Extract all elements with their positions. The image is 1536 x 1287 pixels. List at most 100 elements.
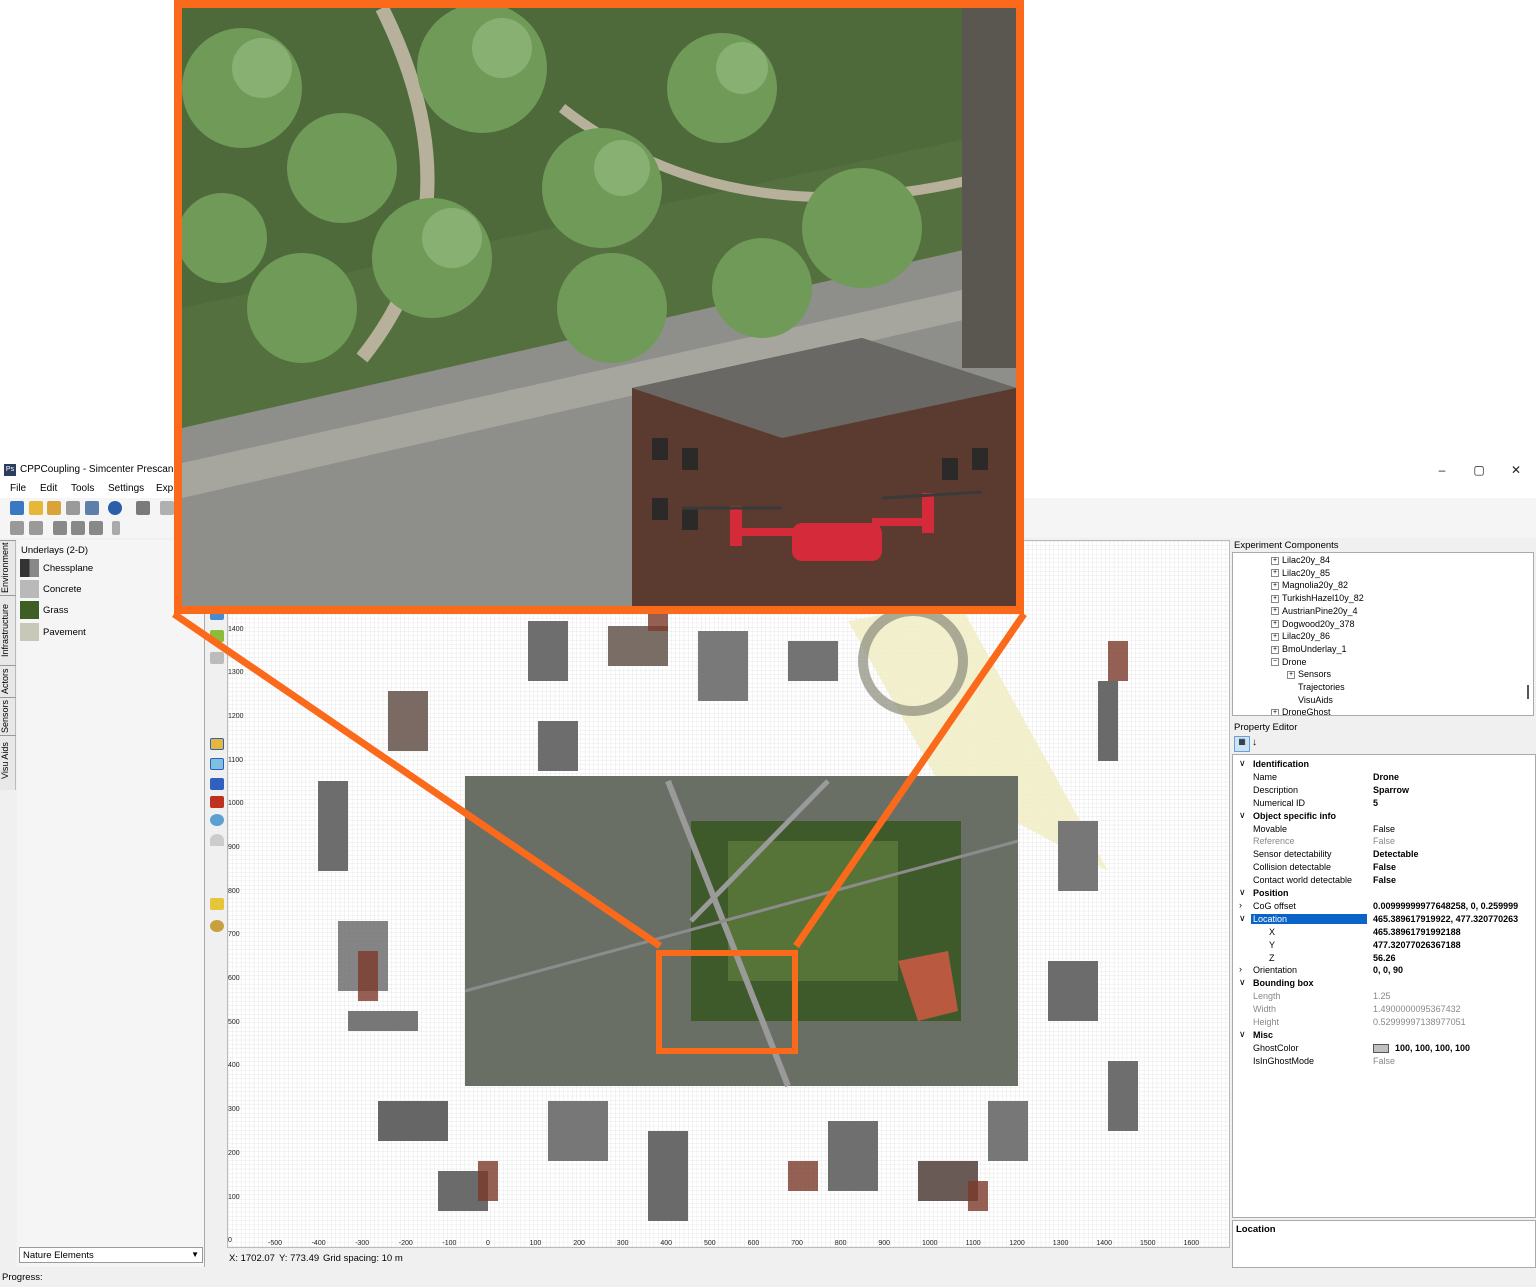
- underlay-item-grass[interactable]: Grass: [20, 600, 200, 620]
- rewind-icon[interactable]: [89, 521, 103, 535]
- property-row[interactable]: › Orientation 0, 0, 90: [1233, 964, 1535, 977]
- underlay-item-pavement[interactable]: Pavement: [20, 622, 200, 642]
- minimize-button[interactable]: –: [1427, 462, 1457, 478]
- tree-scrollbar[interactable]: [1527, 685, 1529, 699]
- property-value[interactable]: 100, 100, 100, 100: [1395, 1043, 1470, 1053]
- property-category[interactable]: ∨ Identification: [1233, 758, 1535, 771]
- property-value[interactable]: 477.32077026367188: [1373, 940, 1461, 950]
- time-slider[interactable]: [112, 521, 120, 535]
- property-row[interactable]: Z 56.26: [1233, 952, 1535, 965]
- menu-file[interactable]: File: [10, 483, 26, 494]
- property-value[interactable]: 465.38961791992188: [1373, 927, 1461, 937]
- property-category[interactable]: ∨ Bounding box: [1233, 977, 1535, 990]
- tree-item[interactable]: + BmoUnderlay_1: [1271, 644, 1347, 654]
- expand-icon[interactable]: +: [1271, 709, 1279, 715]
- property-row[interactable]: GhostColor 100, 100, 100, 100: [1233, 1042, 1535, 1055]
- expand-icon[interactable]: +: [1271, 632, 1279, 641]
- chevron-right-icon[interactable]: ›: [1239, 964, 1242, 974]
- menu-edit[interactable]: Edit: [40, 483, 57, 494]
- property-value[interactable]: 465.389617919922, 477.320770263: [1373, 914, 1518, 924]
- menu-tools[interactable]: Tools: [71, 483, 94, 494]
- build-icon[interactable]: [10, 521, 24, 535]
- chevron-down-icon[interactable]: ∨: [1239, 758, 1246, 769]
- property-value[interactable]: 5: [1373, 798, 1378, 808]
- tree-item[interactable]: + DroneGhost: [1271, 707, 1331, 715]
- alphabetical-icon[interactable]: ↓: [1252, 737, 1257, 748]
- chevron-down-icon[interactable]: ∨: [1239, 1029, 1246, 1040]
- property-value[interactable]: 0.00999999977648258, 0, 0.259999: [1373, 901, 1518, 911]
- tab-sensors[interactable]: Sensors: [0, 697, 16, 735]
- expand-icon[interactable]: +: [1271, 594, 1279, 603]
- expand-icon[interactable]: +: [1271, 556, 1279, 565]
- category-select[interactable]: Nature Elements ▼: [19, 1247, 203, 1263]
- connector-alt-icon[interactable]: [210, 758, 224, 770]
- underlay-item-chessplane[interactable]: Chessplane: [20, 558, 200, 578]
- tree-item[interactable]: − Drone: [1271, 657, 1307, 667]
- tree-item[interactable]: + Lilac20y_85: [1271, 568, 1330, 578]
- property-row[interactable]: IsInGhostMode False: [1233, 1055, 1535, 1068]
- property-row[interactable]: Collision detectable False: [1233, 861, 1535, 874]
- property-value[interactable]: False: [1373, 1056, 1395, 1066]
- arrow-icon[interactable]: [210, 778, 224, 790]
- property-value[interactable]: False: [1373, 875, 1396, 885]
- property-row[interactable]: Name Drone: [1233, 771, 1535, 784]
- property-row[interactable]: Length 1.25: [1233, 990, 1535, 1003]
- property-value[interactable]: 56.26: [1373, 953, 1396, 963]
- regenerate-icon[interactable]: [29, 521, 43, 535]
- tab-visu-aids[interactable]: Visu Aids: [0, 735, 16, 785]
- tree-item[interactable]: + AustrianPine20y_4: [1271, 606, 1358, 616]
- expand-icon[interactable]: +: [1287, 670, 1295, 679]
- property-value[interactable]: False: [1373, 862, 1396, 872]
- property-row[interactable]: Reference False: [1233, 835, 1535, 848]
- tree-item[interactable]: + Dogwood20y_378: [1271, 619, 1355, 629]
- tab-infrastructure[interactable]: Infrastructure: [0, 595, 16, 665]
- property-category[interactable]: ∨ Object specific info: [1233, 810, 1535, 823]
- property-row[interactable]: Sensor detectability Detectable: [1233, 848, 1535, 861]
- top-view-canvas[interactable]: [227, 540, 1230, 1248]
- property-value[interactable]: Detectable: [1373, 849, 1419, 859]
- undo-icon[interactable]: [136, 501, 150, 515]
- property-row[interactable]: X 465.38961791992188: [1233, 926, 1535, 939]
- play-icon[interactable]: [53, 521, 67, 535]
- property-value[interactable]: False: [1373, 824, 1395, 834]
- expand-icon[interactable]: +: [1271, 582, 1279, 591]
- property-value[interactable]: Sparrow: [1373, 785, 1409, 795]
- property-value[interactable]: 0.52999997138977051: [1373, 1017, 1466, 1027]
- new-icon[interactable]: [10, 501, 24, 515]
- tree-item[interactable]: + Sensors: [1287, 669, 1331, 679]
- menu-settings[interactable]: Settings: [108, 483, 144, 494]
- save-as-icon[interactable]: [85, 501, 99, 515]
- tree-item[interactable]: VisuAids: [1287, 695, 1333, 705]
- redo-icon[interactable]: [160, 501, 174, 515]
- menu-experiment[interactable]: Exp: [156, 483, 173, 494]
- categorized-icon[interactable]: ▦: [1234, 736, 1250, 752]
- chevron-right-icon[interactable]: ›: [1239, 900, 1242, 910]
- ghost-color-swatch[interactable]: [1373, 1043, 1389, 1053]
- property-value[interactable]: Drone: [1373, 772, 1399, 782]
- snap-icon[interactable]: [210, 652, 224, 664]
- collapse-icon[interactable]: −: [1271, 658, 1279, 667]
- expand-icon[interactable]: +: [1271, 607, 1279, 616]
- expand-icon[interactable]: +: [1271, 645, 1279, 654]
- property-row[interactable]: Description Sparrow: [1233, 784, 1535, 797]
- property-row[interactable]: Width 1.4900000095367432: [1233, 1003, 1535, 1016]
- property-row[interactable]: ∨ Location 465.389617919922, 477.320770263: [1233, 913, 1535, 926]
- path-icon[interactable]: [210, 920, 224, 932]
- dome-icon[interactable]: [210, 834, 224, 846]
- property-row[interactable]: Contact world detectable False: [1233, 874, 1535, 887]
- property-row[interactable]: › CoG offset 0.00999999977648258, 0, 0.259…: [1233, 900, 1535, 913]
- property-row[interactable]: Numerical ID 5: [1233, 797, 1535, 810]
- connector-icon[interactable]: [210, 738, 224, 750]
- expand-icon[interactable]: +: [1271, 620, 1279, 629]
- property-category[interactable]: ∨ Position: [1233, 887, 1535, 900]
- property-value[interactable]: 1.4900000095367432: [1373, 1004, 1461, 1014]
- tree-item[interactable]: + TurkishHazel10y_82: [1271, 593, 1364, 603]
- component-tree[interactable]: + Lilac20y_84 + Lilac20y_85 + Magnolia20y_82 +…: [1232, 552, 1534, 716]
- expand-icon[interactable]: +: [1271, 569, 1279, 578]
- property-value[interactable]: False: [1373, 836, 1395, 846]
- open-icon[interactable]: [29, 501, 43, 515]
- tab-environment[interactable]: Environment: [0, 540, 16, 595]
- draw-road-icon[interactable]: [210, 630, 224, 642]
- maximize-button[interactable]: ▢: [1464, 462, 1494, 478]
- property-row[interactable]: Y 477.32077026367188: [1233, 939, 1535, 952]
